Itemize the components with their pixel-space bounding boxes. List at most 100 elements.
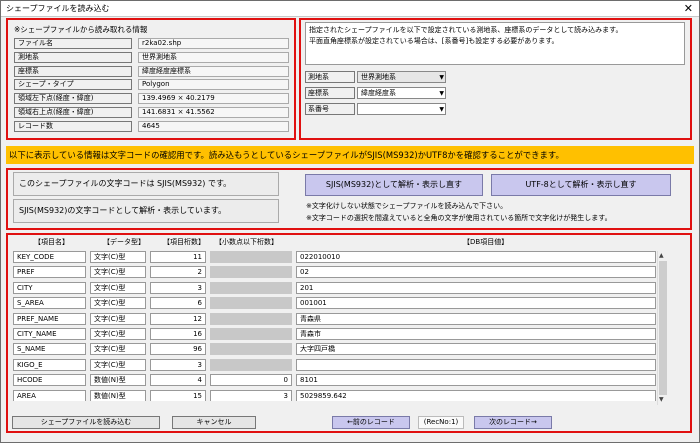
- decimal-places-cell: [210, 358, 292, 371]
- data-type-cell: 数値(N)型: [90, 374, 146, 387]
- file-info-caption: ※シェープファイルから読み取れる情報: [14, 25, 148, 34]
- column-header-name: 【項目名】: [34, 238, 69, 246]
- scroll-up-icon[interactable]: ▲: [659, 252, 664, 259]
- vertical-scrollbar[interactable]: ▲ ▼: [657, 251, 668, 405]
- file-info-value: Polygon: [138, 79, 289, 91]
- field-name-cell: AREA: [13, 389, 86, 401]
- field-name-cell: PREF_NAME: [13, 312, 86, 325]
- load-shapefile-button[interactable]: シェープファイルを読み込む: [12, 416, 160, 429]
- decimal-places-cell: [210, 281, 292, 294]
- previous-record-button[interactable]: ←前のレコード: [332, 416, 410, 429]
- decimal-places-cell: 0: [210, 374, 292, 387]
- data-type-cell: 文字(C)型: [90, 281, 146, 294]
- datum-label: 測地系: [305, 71, 355, 83]
- cancel-button[interactable]: キャンセル: [172, 416, 256, 429]
- coordinate-system-label: 座標系: [305, 87, 355, 99]
- data-type-cell: 文字(C)型: [90, 328, 146, 340]
- field-name-cell: S_NAME: [13, 343, 86, 356]
- field-name-cell: CITY: [13, 281, 86, 294]
- field-length-cell: 4: [150, 374, 206, 387]
- field-length-cell: 96: [150, 343, 206, 356]
- data-type-cell: 数値(N)型: [90, 389, 146, 401]
- data-type-cell: 文字(C)型: [90, 312, 146, 325]
- file-info-value: 4645: [138, 120, 289, 132]
- decimal-places-cell: [210, 251, 292, 263]
- scroll-down-icon[interactable]: ▼: [659, 396, 664, 403]
- table-row: AREA 数値(N)型 15 3 5029859.642: [13, 389, 656, 401]
- file-info-label: 座標系: [14, 65, 132, 77]
- data-type-cell: 文字(C)型: [90, 251, 146, 263]
- field-length-cell: 3: [150, 358, 206, 371]
- decimal-places-cell: 3: [210, 389, 292, 401]
- zone-number-label: 系番号: [305, 103, 355, 115]
- field-length-cell: 2: [150, 266, 206, 279]
- field-name-cell: KEY_CODE: [13, 251, 86, 263]
- settings-description: 指定されたシェープファイルを以下で設定されている測地系、座標系のデータとして読み…: [305, 22, 685, 65]
- table-row: S_NAME 文字(C)型 96 大字四戸橋: [13, 343, 656, 356]
- chevron-down-icon: ▼: [439, 106, 444, 113]
- decimal-places-cell: [210, 328, 292, 340]
- file-info-label: 領域左下点(経度・緯度): [14, 93, 132, 105]
- column-header-length: 【項目桁数】: [163, 238, 205, 246]
- field-length-cell: 6: [150, 297, 206, 310]
- table-row: PREF_NAME 文字(C)型 12 青森県: [13, 312, 656, 325]
- column-header-value: 【DB項目値】: [463, 238, 509, 246]
- scroll-thumb[interactable]: [659, 261, 667, 395]
- db-value-cell: 5029859.642: [296, 389, 656, 401]
- warning-banner: 以下に表示している情報は文字コードの確認用です。読み込もうとしているシェープファ…: [6, 146, 694, 164]
- file-info-value: 緯度経度座標系: [138, 65, 289, 77]
- close-icon[interactable]: ✕: [684, 1, 693, 16]
- data-type-cell: 文字(C)型: [90, 358, 146, 371]
- record-number: (RecNo:1): [418, 416, 464, 429]
- description-line: 平面直角座標系が設定されている場合は、[系番号]も設定する必要があります。: [309, 37, 559, 45]
- coordinate-system-select[interactable]: 緯度経度系 ▼: [357, 87, 446, 99]
- file-info-value: 141.6831 × 41.5562: [138, 107, 289, 118]
- datum-select-value: 世界測地系: [361, 73, 396, 81]
- file-info-label: 測地系: [14, 51, 132, 63]
- file-info-value: 世界測地系: [138, 51, 289, 63]
- table-row: CITY_NAME 文字(C)型 16 青森市: [13, 328, 656, 340]
- data-type-cell: 文字(C)型: [90, 266, 146, 279]
- db-value-cell: 02: [296, 266, 656, 279]
- db-value-cell: 201: [296, 281, 656, 294]
- db-value-cell: 022010010: [296, 251, 656, 263]
- zone-number-select[interactable]: ▼: [357, 103, 446, 115]
- encoding-note: ※文字化けしない状態でシェープファイルを読み込んで下さい。: [306, 202, 508, 210]
- field-name-cell: PREF: [13, 266, 86, 279]
- decimal-places-cell: [210, 343, 292, 356]
- next-record-button[interactable]: 次のレコード→: [474, 416, 552, 429]
- description-line: 指定されたシェープファイルを以下で設定されている測地系、座標系のデータとして読み…: [309, 26, 623, 34]
- field-length-cell: 16: [150, 328, 206, 340]
- field-length-cell: 12: [150, 312, 206, 325]
- table-row: S_AREA 文字(C)型 6 001001: [13, 297, 656, 310]
- field-length-cell: 3: [150, 281, 206, 294]
- field-name-cell: KIGO_E: [13, 358, 86, 371]
- datum-select[interactable]: 世界測地系 ▼: [357, 71, 446, 83]
- file-info-label: シェープ・タイプ: [14, 79, 132, 91]
- file-info-label: ファイル名: [14, 38, 132, 49]
- utf8-reparse-button[interactable]: UTF-8として解析・表示し直す: [491, 174, 671, 196]
- db-value-cell: [296, 358, 656, 371]
- decimal-places-cell: [210, 297, 292, 310]
- field-name-cell: S_AREA: [13, 297, 86, 310]
- table-row: PREF 文字(C)型 2 02: [13, 266, 656, 279]
- chevron-down-icon: ▼: [439, 74, 444, 81]
- table-row: KEY_CODE 文字(C)型 11 022010010: [13, 251, 656, 263]
- table-row: HCODE 数値(N)型 4 0 8101: [13, 374, 656, 387]
- data-type-cell: 文字(C)型: [90, 297, 146, 310]
- encoding-note: ※文字コードの選択を間違えていると全角の文字が使用されている箇所で文字化けが発生…: [306, 214, 612, 222]
- file-info-value: 139.4969 × 40.2179: [138, 93, 289, 105]
- record-grid: KEY_CODE 文字(C)型 11 022010010 PREF 文字(C)型 2 02 CI…: [13, 251, 656, 401]
- file-info-value: r2ka02.shp: [138, 38, 289, 49]
- window-title: シェープファイルを読み込む: [6, 4, 110, 13]
- sjis-reparse-button[interactable]: SJIS(MS932)として解析・表示し直す: [305, 174, 483, 196]
- file-info-label: 領域右上点(経度・緯度): [14, 107, 132, 118]
- db-value-cell: 青森市: [296, 328, 656, 340]
- field-name-cell: HCODE: [13, 374, 86, 387]
- field-length-cell: 15: [150, 389, 206, 401]
- decimal-places-cell: [210, 266, 292, 279]
- column-header-decimals: 【小数点以下桁数】: [215, 238, 278, 246]
- chevron-down-icon: ▼: [439, 90, 444, 97]
- data-type-cell: 文字(C)型: [90, 343, 146, 356]
- db-value-cell: 大字四戸橋: [296, 343, 656, 356]
